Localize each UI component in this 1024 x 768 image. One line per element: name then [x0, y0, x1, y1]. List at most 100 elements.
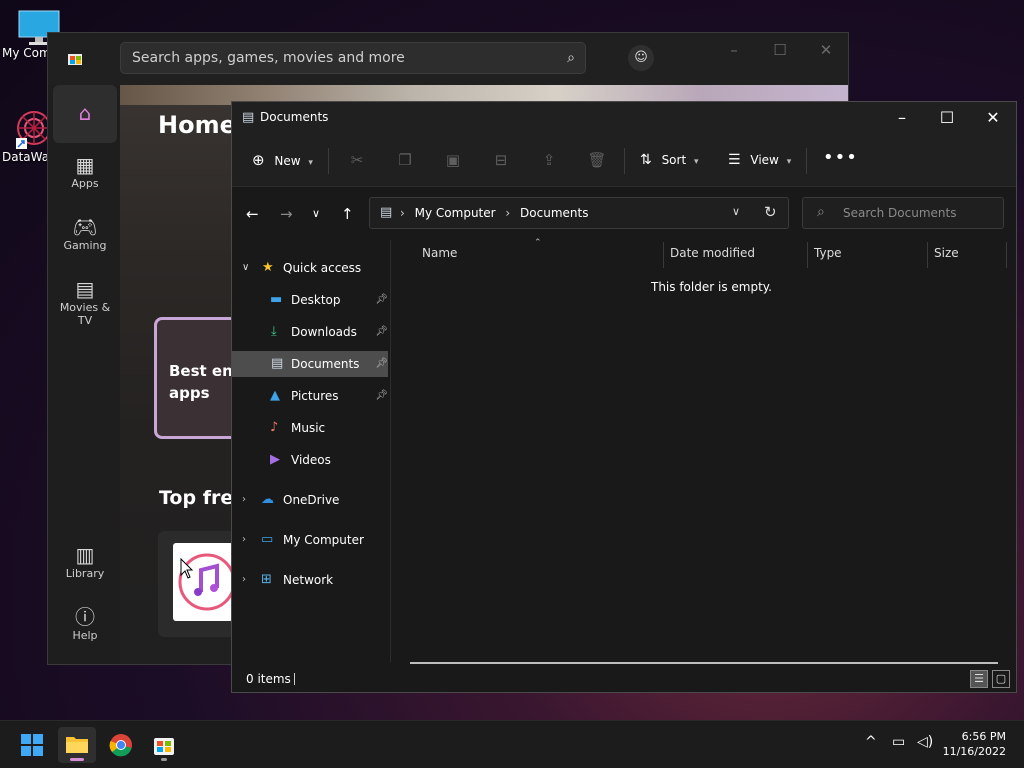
tree-quick-access[interactable]: ∨ ★ Quick access	[232, 255, 388, 281]
tree-network[interactable]: › ⊞ Network	[232, 567, 388, 593]
more-options-button[interactable]: •••	[823, 148, 858, 172]
paste-icon[interactable]: ▣	[442, 149, 464, 171]
rename-icon[interactable]: ⊟	[490, 149, 512, 171]
search-icon[interactable]: ⌕	[567, 50, 575, 66]
tree-label: Documents	[291, 357, 360, 371]
tree-label: My Computer	[283, 533, 364, 547]
nav-gaming[interactable]: 🎮︎ Gaming	[53, 215, 117, 252]
file-list: ⌃ Name Date modified Type Size This fold…	[391, 238, 1016, 662]
tree-item-desktop[interactable]: ▬ Desktop 📌︎	[232, 287, 388, 313]
nav-help[interactable]: ⓘ Help	[53, 605, 117, 642]
desktop-icon-label: DataWagon	[2, 150, 52, 164]
search-placeholder: Search Documents	[843, 206, 957, 220]
breadcrumb-separator: ›	[505, 206, 511, 220]
account-icon[interactable]: ☺	[628, 45, 654, 71]
store-logo-icon	[67, 50, 83, 66]
clock-time: 6:56 PM	[961, 730, 1006, 743]
chevron-right-icon[interactable]: ›	[242, 567, 246, 593]
nav-movies[interactable]: ▤ Movies & TV	[53, 277, 117, 327]
column-separator[interactable]	[927, 242, 928, 268]
pin-icon[interactable]: 📌︎	[375, 319, 388, 345]
share-icon[interactable]: ⇪	[538, 149, 560, 171]
chevron-right-icon[interactable]: ›	[242, 527, 246, 553]
chevron-up-icon[interactable]: ^	[865, 734, 877, 750]
close-button[interactable]: ✕	[978, 106, 1008, 130]
sort-button[interactable]: ⇅ Sort ▾	[640, 148, 699, 172]
tree-label: Downloads	[291, 325, 357, 339]
library-icon: ▥	[75, 543, 95, 567]
search-input[interactable]: ⌕ Search Documents	[802, 197, 1004, 229]
breadcrumb-my-computer[interactable]: My Computer	[415, 206, 496, 220]
running-indicator	[161, 758, 167, 761]
up-arrow-icon[interactable]: ↑	[341, 205, 354, 223]
horizontal-scrollbar[interactable]	[410, 662, 998, 664]
command-bar: ⊕ New ▾ ✂ ❐ ▣ ⊟ ⇪ 🗑︎ ⇅ Sort ▾ ☰ View ▾ •…	[232, 134, 1016, 187]
home-icon: ⌂	[78, 101, 92, 125]
volume-icon[interactable]: ◁)	[917, 734, 933, 750]
minimize-button[interactable]: –	[887, 106, 917, 130]
taskbar-store[interactable]	[145, 727, 183, 763]
forward-arrow-icon[interactable]: →	[280, 205, 293, 223]
taskbar-file-explorer[interactable]	[58, 727, 96, 763]
chevron-down-icon[interactable]: ∨	[732, 205, 740, 218]
column-header-size[interactable]: Size	[934, 246, 959, 260]
folder-icon	[65, 733, 89, 757]
clock[interactable]: 6:56 PM 11/16/2022	[943, 729, 1006, 759]
apps-icon: ▦	[75, 153, 95, 177]
copy-icon[interactable]: ❐	[394, 149, 416, 171]
network-icon: ⊞	[261, 572, 272, 587]
cut-icon[interactable]: ✂	[346, 149, 368, 171]
nav-label: Help	[72, 629, 98, 642]
help-icon: ⓘ	[75, 605, 95, 629]
column-separator[interactable]	[807, 242, 808, 268]
tiles-view-button[interactable]: ▢	[992, 670, 1010, 688]
refresh-icon[interactable]: ↻	[764, 203, 777, 221]
breadcrumb-documents[interactable]: Documents	[520, 206, 588, 220]
tree-item-videos[interactable]: ▶ Videos	[232, 447, 388, 473]
column-header-type[interactable]: Type	[814, 246, 842, 260]
close-button[interactable]: ✕	[816, 41, 836, 61]
tree-label: Pictures	[291, 389, 339, 403]
taskbar-chrome[interactable]	[102, 727, 140, 763]
maximize-button[interactable]: ☐	[932, 106, 962, 130]
recent-chevron-icon[interactable]: ∨	[312, 207, 320, 220]
breadcrumb: › My Computer › Documents	[400, 206, 588, 220]
chevron-down-icon: ▾	[694, 157, 699, 167]
chevron-right-icon[interactable]: ›	[242, 487, 246, 513]
maximize-button[interactable]: ☐	[770, 41, 790, 61]
store-search-input[interactable]: Search apps, games, movies and more ⌕	[120, 42, 586, 74]
pin-icon[interactable]: 📌︎	[375, 383, 388, 409]
explorer-window: ▤ Documents – ☐ ✕ ⊕ New ▾ ✂ ❐ ▣ ⊟ ⇪ 🗑︎ ⇅…	[231, 101, 1017, 693]
back-arrow-icon[interactable]: ←	[246, 205, 259, 223]
column-header-name[interactable]: Name	[422, 246, 457, 260]
details-view-button[interactable]: ☰	[970, 670, 988, 688]
network-status-icon[interactable]: ▭	[892, 734, 905, 750]
tree-item-documents[interactable]: ▤ Documents 📌︎	[232, 351, 388, 377]
tree-item-pictures[interactable]: ▲ Pictures 📌︎	[232, 383, 388, 409]
pin-icon[interactable]: 📌︎	[375, 351, 388, 377]
tree-item-downloads[interactable]: ⤓ Downloads 📌︎	[232, 319, 388, 345]
nav-apps[interactable]: ▦ Apps	[53, 153, 117, 190]
column-header-date[interactable]: Date modified	[670, 246, 755, 260]
new-button[interactable]: ⊕ New ▾	[252, 148, 313, 172]
chevron-down-icon[interactable]: ∨	[242, 255, 249, 281]
chevron-down-icon: ▾	[308, 158, 313, 168]
pin-icon[interactable]: 📌︎	[375, 287, 388, 313]
tree-label: Videos	[291, 453, 331, 467]
tree-onedrive[interactable]: › ☁ OneDrive	[232, 487, 388, 513]
start-button[interactable]	[13, 727, 51, 763]
column-separator[interactable]	[1006, 242, 1007, 268]
store-icon	[152, 733, 176, 757]
taskbar: ^ ▭ ◁) 6:56 PM 11/16/2022	[0, 720, 1024, 768]
tree-item-music[interactable]: ♪ Music	[232, 415, 388, 441]
nav-home[interactable]: ⌂	[53, 85, 117, 143]
tree-my-computer[interactable]: › ▭ My Computer	[232, 527, 388, 553]
mouse-cursor-icon	[180, 557, 194, 579]
delete-icon[interactable]: 🗑︎	[586, 149, 608, 171]
nav-library[interactable]: ▥ Library	[53, 543, 117, 580]
minimize-button[interactable]: –	[724, 41, 744, 61]
address-bar[interactable]: ▤ › My Computer › Documents ∨ ↻	[369, 197, 789, 229]
column-separator[interactable]	[663, 242, 664, 268]
music-icon: ♪	[270, 420, 279, 435]
view-button[interactable]: ☰ View ▾	[728, 148, 791, 172]
